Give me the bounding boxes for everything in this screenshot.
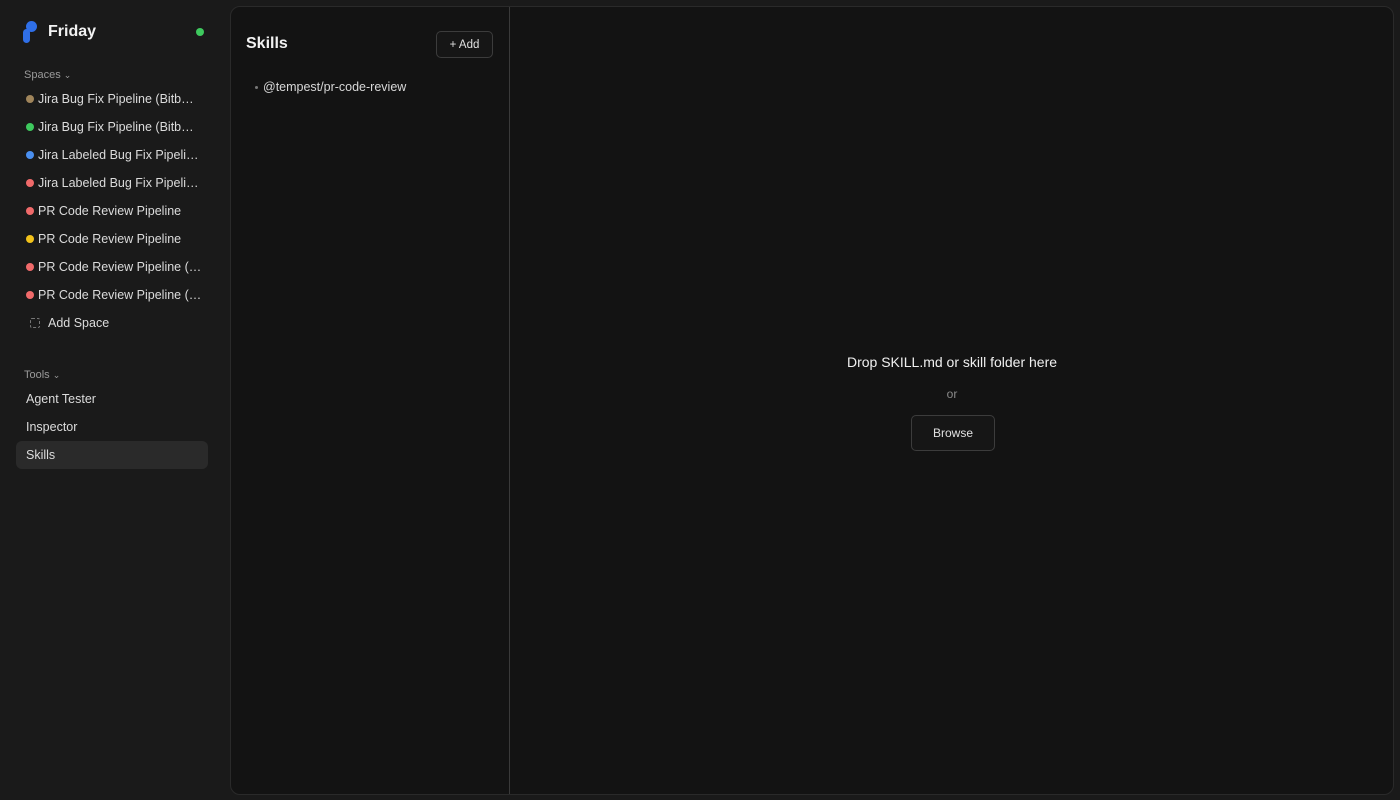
skill-list-item[interactable]: @tempest/pr-code-review xyxy=(255,79,406,95)
space-item[interactable]: Jira Labeled Bug Fix Pipeli… xyxy=(16,141,208,169)
space-label: PR Code Review Pipeline (… xyxy=(38,260,202,274)
space-label: Jira Labeled Bug Fix Pipeli… xyxy=(38,148,199,162)
chevron-down-icon: ⌄ xyxy=(52,369,61,380)
space-label: PR Code Review Pipeline (… xyxy=(38,288,202,302)
space-label: Jira Bug Fix Pipeline (Bitb… xyxy=(38,92,194,106)
spaces-header[interactable]: Spaces ⌄ xyxy=(24,69,71,81)
space-item[interactable]: Jira Bug Fix Pipeline (Bitb… xyxy=(16,113,208,141)
tool-list: Agent Tester Inspector Skills xyxy=(16,385,208,469)
space-color-dot xyxy=(26,123,34,131)
browse-button[interactable]: Browse xyxy=(911,415,995,451)
space-color-dot xyxy=(26,235,34,243)
page-title: Skills xyxy=(246,35,288,52)
drop-zone-or: or xyxy=(946,387,958,401)
chevron-down-icon: ⌄ xyxy=(63,69,72,80)
tool-label: Agent Tester xyxy=(26,392,96,406)
space-label: PR Code Review Pipeline xyxy=(38,232,182,246)
main-panel: Skills + Add @tempest/pr-code-review Dro… xyxy=(230,6,1394,795)
add-space-icon xyxy=(30,318,40,328)
space-color-dot xyxy=(26,95,34,103)
add-space-label: Add Space xyxy=(48,316,110,330)
connection-status-dot xyxy=(196,28,204,36)
app-name: Friday xyxy=(48,23,97,40)
tool-item-agent-tester[interactable]: Agent Tester xyxy=(16,385,208,413)
space-item[interactable]: Jira Bug Fix Pipeline (Bitb… xyxy=(16,85,208,113)
space-color-dot xyxy=(26,179,34,187)
tool-item-skills[interactable]: Skills xyxy=(16,441,208,469)
space-list: Jira Bug Fix Pipeline (Bitb… Jira Bug Fi… xyxy=(16,85,208,337)
tool-label: Inspector xyxy=(26,420,78,434)
tool-label: Skills xyxy=(26,448,56,462)
friday-logo-icon xyxy=(22,21,38,43)
add-space-button[interactable]: Add Space xyxy=(16,309,208,337)
space-label: Jira Bug Fix Pipeline (Bitb… xyxy=(38,120,194,134)
space-item[interactable]: PR Code Review Pipeline xyxy=(16,197,208,225)
tools-header-label: Tools xyxy=(24,369,50,381)
skill-name: @tempest/pr-code-review xyxy=(263,80,407,94)
space-item[interactable]: PR Code Review Pipeline (… xyxy=(16,281,208,309)
tools-header[interactable]: Tools ⌄ xyxy=(24,369,60,381)
space-color-dot xyxy=(26,291,34,299)
app-window: Friday Spaces ⌄ Jira Bug Fix Pipeline (B… xyxy=(0,0,1400,800)
tool-item-inspector[interactable]: Inspector xyxy=(16,413,208,441)
skill-drop-zone[interactable]: Drop SKILL.md or skill folder here or Br… xyxy=(511,7,1393,794)
bullet-icon xyxy=(255,85,258,89)
brand[interactable]: Friday xyxy=(22,20,96,44)
space-label: Jira Labeled Bug Fix Pipeli… xyxy=(38,176,199,190)
space-color-dot xyxy=(26,151,34,159)
space-color-dot xyxy=(26,207,34,215)
sidebar: Friday Spaces ⌄ Jira Bug Fix Pipeline (B… xyxy=(0,0,224,800)
space-label: PR Code Review Pipeline xyxy=(38,204,182,218)
drop-zone-title: Drop SKILL.md or skill folder here xyxy=(846,354,1058,370)
space-item[interactable]: PR Code Review Pipeline xyxy=(16,225,208,253)
skills-pane: Skills + Add @tempest/pr-code-review xyxy=(231,7,510,794)
spaces-header-label: Spaces xyxy=(24,69,61,81)
space-color-dot xyxy=(26,263,34,271)
space-item[interactable]: Jira Labeled Bug Fix Pipeli… xyxy=(16,169,208,197)
space-item[interactable]: PR Code Review Pipeline (… xyxy=(16,253,208,281)
add-skill-button[interactable]: + Add xyxy=(436,31,493,58)
